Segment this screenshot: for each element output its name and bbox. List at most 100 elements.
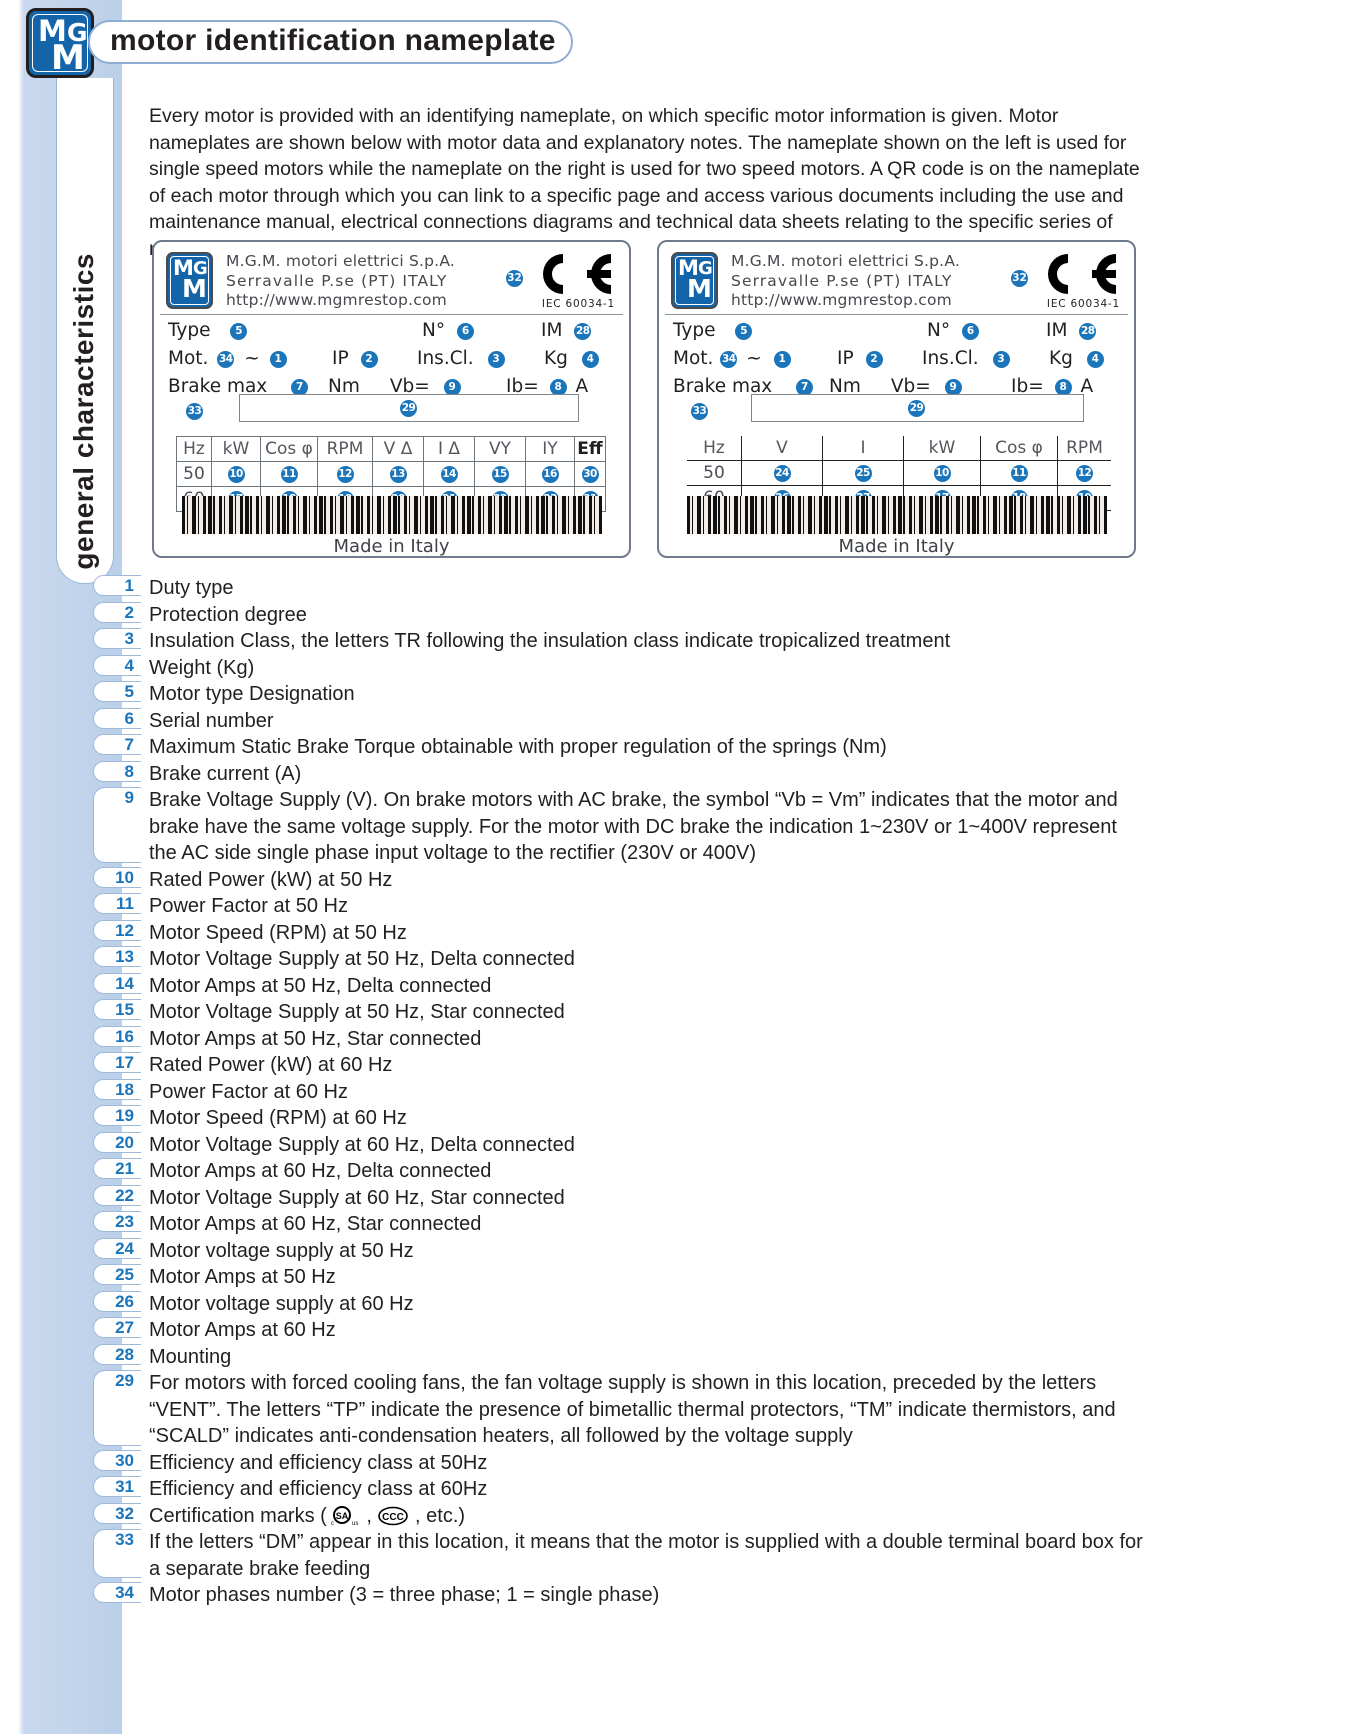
legend-number-1: 1 <box>93 575 141 596</box>
mounting-label: IM 28 <box>1046 320 1097 341</box>
callout-10: 10 <box>933 465 951 482</box>
legend-item: 6 Serial number <box>0 707 1350 735</box>
col-rpm: RPM <box>317 436 373 462</box>
col-i: I <box>822 436 904 461</box>
callout-32: 32 <box>506 270 523 287</box>
legend-item: 31 Efficiency and efficiency class at 60H… <box>0 1476 1350 1503</box>
legend-text-2: Protection degree <box>149 603 307 626</box>
legend-text-4: Weight (Kg) <box>149 656 255 679</box>
company-address: Serravalle P.se (PT) ITALY <box>731 271 953 290</box>
legend-text-14: Motor Amps at 50 Hz, Delta connected <box>149 974 492 997</box>
callout-34: 34 <box>217 351 235 368</box>
callout-25: 25 <box>854 465 872 482</box>
type-label: Type 5 <box>168 320 248 341</box>
callout-1: 1 <box>269 351 287 368</box>
legend-text-20: Motor Voltage Supply at 60 Hz, Delta con… <box>149 1133 575 1156</box>
col-cosphi: Cos φ <box>260 436 318 462</box>
svg-text:SA: SA <box>336 1511 349 1521</box>
col-idelta: I Δ <box>423 436 475 462</box>
legend-item: 26 Motor voltage supply at 60 Hz <box>0 1290 1350 1318</box>
legend-item: 17 Rated Power (kW) at 60 Hz <box>0 1052 1350 1079</box>
company-website: http://www.mgmrestop.com <box>731 291 952 309</box>
legend-item: 19 Motor Speed (RPM) at 60 Hz <box>0 1105 1350 1132</box>
legend-number-21: 21 <box>93 1158 141 1179</box>
legend-text-11: Power Factor at 50 Hz <box>149 895 348 917</box>
col-vdelta: V Δ <box>372 436 424 462</box>
callout-4: 4 <box>581 351 599 368</box>
legend-number-4: 4 <box>93 654 141 676</box>
legend-item: 7 Maximum Static Brake Torque obtainable … <box>0 734 1350 761</box>
legend-number-10: 10 <box>93 866 141 888</box>
legend-number-24: 24 <box>93 1237 141 1259</box>
table-row: 50 24 25 10 11 12 <box>687 460 1111 486</box>
legend-item: 4 Weight (Kg) <box>0 654 1350 682</box>
legend-text-13: Motor Voltage Supply at 50 Hz, Delta con… <box>149 948 575 970</box>
legend-item: 20 Motor Voltage Supply at 60 Hz, Delta c… <box>0 1131 1350 1159</box>
legend-item: 33 If the letters “DM” appear in this loc… <box>0 1529 1350 1582</box>
legend-item: 24 Motor voltage supply at 50 Hz <box>0 1237 1350 1265</box>
legend-item: 34 Motor phases number (3 = three phase; … <box>0 1582 1350 1609</box>
legend-text-24: Motor voltage supply at 50 Hz <box>149 1239 414 1262</box>
legend-item: 15 Motor Voltage Supply at 50 Hz, Star co… <box>0 999 1350 1026</box>
legend-text-27: Motor Amps at 60 Hz <box>149 1319 336 1341</box>
legend-item: 25 Motor Amps at 50 Hz <box>0 1264 1350 1291</box>
legend-item: 30 Efficiency and efficiency class at 50H… <box>0 1449 1350 1477</box>
cell-callout: 16 <box>525 461 575 487</box>
legend-text-7: Maximum Static Brake Torque obtainable w… <box>149 736 887 758</box>
callout-6: 6 <box>961 323 979 340</box>
company-address: Serravalle P.se (PT) ITALY <box>226 271 448 290</box>
legend-item: 21 Motor Amps at 60 Hz, Delta connected <box>0 1158 1350 1185</box>
col-vy: VY <box>474 436 526 462</box>
callout-2: 2 <box>865 351 883 368</box>
logo-letter-g: G <box>193 258 208 279</box>
ccc-certification-icon: CCC <box>378 1506 409 1525</box>
col-hz: Hz <box>176 436 212 462</box>
cell-callout: 14 <box>423 461 475 487</box>
motor-phase-label: Mot. 34 ~ 1 <box>168 348 287 369</box>
callout-29: 29 <box>908 400 925 417</box>
svg-text:CCC: CCC <box>383 1512 405 1523</box>
callout-5: 5 <box>230 323 248 340</box>
legend-item: 32 Certification marks (SA c us , CCC , etc… <box>0 1502 1350 1530</box>
nameplate-two-speed: M G M M.G.M. motori elettrici S.p.A. Ser… <box>657 240 1136 558</box>
legend-item: 2 Protection degree <box>0 601 1350 629</box>
callout-28: 28 <box>574 323 592 340</box>
nameplate-single-speed: M G M M.G.M. motori elettrici S.p.A. Ser… <box>152 240 631 558</box>
legend-number-15: 15 <box>93 999 141 1020</box>
callout-11: 11 <box>280 466 298 483</box>
legend-text-18: Power Factor at 60 Hz <box>149 1080 348 1103</box>
type-label: Type 5 <box>673 320 753 341</box>
logo-letter-m-bottom: M <box>687 274 712 303</box>
legend-number-2: 2 <box>93 601 141 623</box>
legend-item: 29 For motors with forced cooling fans, t… <box>0 1370 1350 1450</box>
nameplate-right-address-block: M.G.M. motori elettrici S.p.A. Serravall… <box>731 252 960 311</box>
legend-item: 10 Rated Power (kW) at 50 Hz <box>0 866 1350 894</box>
sidebar-section-label-text: general characteristics <box>68 253 99 570</box>
legend-number-19: 19 <box>93 1105 141 1126</box>
legend-text-19: Motor Speed (RPM) at 60 Hz <box>149 1107 407 1129</box>
legend-text-31: Efficiency and efficiency class at 60Hz <box>149 1478 488 1500</box>
ce-mark-icon <box>1030 250 1122 298</box>
col-rpm: RPM <box>1057 436 1111 461</box>
legend-item: 11 Power Factor at 50 Hz <box>0 893 1350 920</box>
legend-item: 14 Motor Amps at 50 Hz, Delta connected <box>0 972 1350 1000</box>
callout-13: 13 <box>389 466 407 483</box>
legend-item: 8 Brake current (A) <box>0 760 1350 788</box>
callout-3: 3 <box>487 351 505 368</box>
legend-number-25: 25 <box>93 1264 141 1285</box>
cell-callout: 11 <box>980 460 1058 486</box>
callout-33: 33 <box>186 403 203 420</box>
callout-1: 1 <box>773 351 791 368</box>
serial-label: N° 6 <box>422 320 474 341</box>
intro-paragraph: Every motor is provided with an identify… <box>149 105 1140 260</box>
legend-text-32: Certification marks (SA c us , CCC , etc.) <box>149 1504 466 1527</box>
cell-callout: 10 <box>903 460 981 486</box>
nameplate-right-divider <box>665 314 1128 315</box>
nameplate-left-logo: M G M <box>166 252 213 309</box>
legend-item: 27 Motor Amps at 60 Hz <box>0 1317 1350 1344</box>
legend-text-12: Motor Speed (RPM) at 50 Hz <box>149 921 407 944</box>
legend-text-15: Motor Voltage Supply at 50 Hz, Star conn… <box>149 1001 565 1023</box>
callout-12: 12 <box>1076 465 1093 482</box>
legend-number-28: 28 <box>93 1343 141 1365</box>
logo-letter-m-top: M <box>173 256 194 280</box>
